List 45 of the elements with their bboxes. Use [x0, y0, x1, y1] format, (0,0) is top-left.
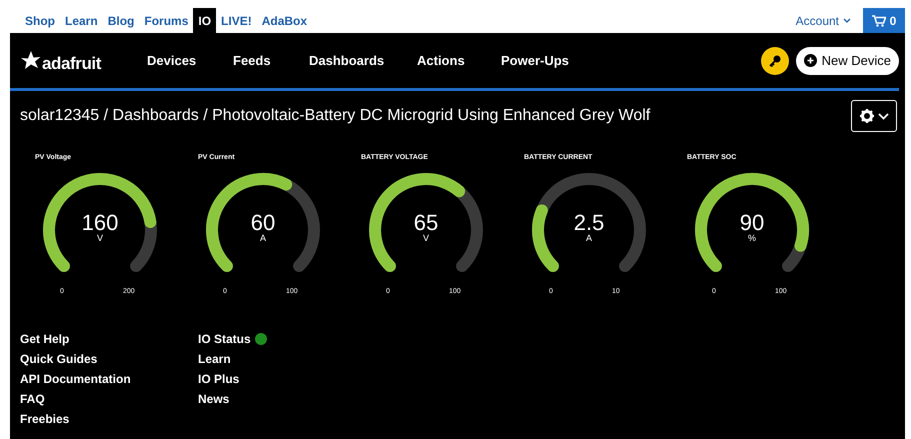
footer-link[interactable]: Learn: [198, 350, 231, 366]
top-nav-link[interactable]: Forums: [139, 8, 194, 33]
footer-link[interactable]: IO Status: [198, 330, 251, 346]
footer-link[interactable]: Freebies: [20, 410, 70, 426]
top-nav-link[interactable]: Blog: [102, 8, 140, 33]
cart-button[interactable]: 0: [863, 8, 905, 33]
top-nav-link[interactable]: AdaBox: [256, 8, 312, 33]
top-nav-link[interactable]: Shop: [20, 8, 60, 33]
gauge-unit: A: [260, 234, 266, 242]
footer-link[interactable]: API Documentation: [20, 370, 131, 386]
footer-link[interactable]: Quick Guides: [20, 350, 98, 366]
nav-link[interactable]: Feeds: [213, 50, 289, 70]
gauge-value: 2.5: [574, 212, 604, 234]
chevron-down-icon: [843, 18, 851, 24]
settings-icon: [860, 109, 874, 123]
top-nav-link[interactable]: IO: [193, 8, 216, 33]
plus-circle-icon: [804, 54, 817, 67]
top-nav-link[interactable]: Learn: [60, 8, 103, 33]
top-nav-link[interactable]: LIVE!: [216, 8, 257, 33]
adafruit-logo[interactable]: adafruit: [20, 50, 127, 72]
breadcrumb: solar12345 / Dashboards / Photovoltaic-Battery DC Microgrid Using Enhanced Grey Wolf: [20, 106, 650, 126]
nav-link[interactable]: Actions: [397, 50, 481, 70]
settings-dropdown-button[interactable]: [851, 100, 897, 132]
footer-link[interactable]: News: [198, 390, 230, 406]
gauge-unit: V: [96, 234, 103, 242]
footer-link[interactable]: IO Plus: [198, 370, 240, 386]
nav-link[interactable]: Dashboards: [289, 50, 397, 70]
key-button[interactable]: [760, 46, 789, 74]
gauge-unit: A: [586, 234, 592, 242]
footer-link[interactable]: Get Help: [20, 330, 70, 346]
gauge-value: 160: [82, 212, 118, 234]
gauge-value: 90: [740, 212, 764, 234]
gauge-value: 60: [250, 212, 276, 234]
nav-link[interactable]: Devices: [127, 50, 213, 70]
gauge-unit: V: [422, 234, 429, 242]
footer-link[interactable]: FAQ: [20, 390, 45, 406]
key-icon: [768, 54, 782, 68]
cart-icon: [872, 14, 886, 26]
new-device-button[interactable]: New Device: [796, 46, 899, 74]
gauge-fill: [532, 204, 559, 272]
gauge-value: 65: [414, 212, 438, 234]
nav-link[interactable]: Power-Ups: [481, 50, 581, 70]
chevron-down-icon: [878, 112, 888, 120]
gauge-unit: %: [748, 234, 756, 242]
account-menu[interactable]: Account: [796, 8, 863, 33]
